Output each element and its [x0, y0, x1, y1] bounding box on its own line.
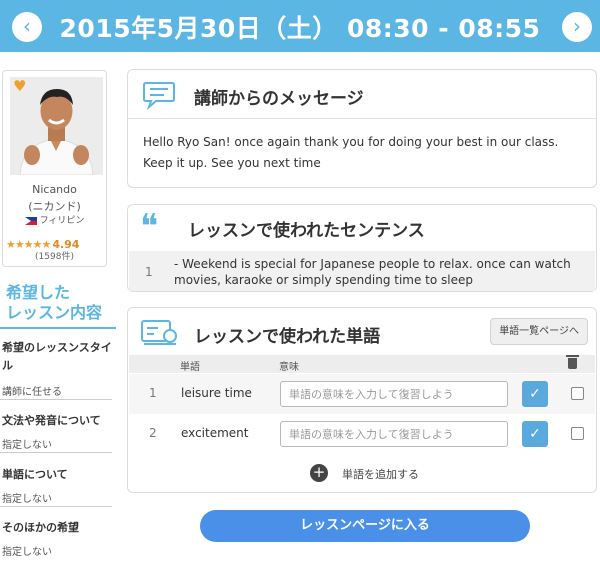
enter-lesson-button[interactable]: レッスンページに入る: [200, 510, 530, 542]
row-word: leisure time: [181, 386, 252, 400]
pref-vocabulary-label: 単語について: [2, 468, 68, 481]
sentences-panel: ❝ レッスンで使われたセンテンス 1 - Weekend is special …: [127, 204, 597, 292]
teacher-message-text: Hello Ryo San! once again thank you for …: [143, 135, 559, 170]
teacher-country: フィリピン: [3, 213, 106, 226]
pref-vocabulary-value: 指定しない: [2, 494, 52, 505]
checkmark-icon: ✓: [529, 426, 541, 442]
vocabulary-table-header: 単語 意味: [129, 355, 595, 373]
date-header: ‹ 2015年5月30日（土） 08:30 - 08:55 ›: [0, 0, 600, 52]
pref-divider: [0, 399, 112, 400]
meaning-input[interactable]: [280, 381, 508, 407]
meaning-input[interactable]: [280, 421, 508, 447]
chevron-right-icon: ›: [573, 14, 581, 38]
pref-divider: [0, 452, 112, 453]
column-word: 単語: [180, 362, 200, 373]
vocabulary-title: レッスンで使われた単語: [194, 327, 381, 347]
vocabulary-card-icon: [141, 320, 177, 345]
row-word: excitement: [181, 426, 249, 440]
add-word-button[interactable]: + 単語を追加する: [129, 454, 595, 492]
pref-other-label: そのほかの希望: [2, 521, 79, 534]
pref-lesson-style-label: 希望のレッスンスタイル: [2, 341, 112, 372]
pref-grammar-label: 文法や発音について: [2, 414, 101, 427]
speech-bubble-icon: [143, 82, 175, 110]
review-count: (1598件): [35, 252, 74, 262]
pref-other-value: 指定しない: [2, 547, 52, 558]
teacher-name-kana: (ニカンド): [28, 200, 81, 213]
preferences-heading-divider: [0, 327, 116, 329]
sentences-title: レッスンで使われたセンテンス: [188, 221, 425, 241]
teacher-card[interactable]: ♥ Nicando (ニカンド) フィリピン ★★★★★ 4.94 (1598件): [2, 70, 107, 267]
teacher-country-label: フィリピン: [39, 216, 85, 226]
teacher-message-panel: 講師からのメッセージ Hello Ryo San! once again tha…: [127, 69, 597, 188]
sentence-text: - Weekend is special for Japanese people…: [174, 257, 571, 287]
teacher-message-title: 講師からのメッセージ: [194, 89, 364, 109]
vocabulary-panel: レッスンで使われた単語 単語一覧ページへ 単語 意味 1 leisure tim…: [127, 307, 597, 493]
row-number: 2: [149, 426, 157, 440]
row-number: 1: [149, 386, 157, 400]
vocabulary-list-button[interactable]: 単語一覧ページへ: [490, 318, 588, 345]
pref-grammar-value: 指定しない: [2, 440, 52, 451]
add-word-label: 単語を追加する: [342, 468, 419, 481]
pref-lesson-style-value: 講師に任せる: [2, 387, 62, 398]
pref-divider: [0, 506, 112, 507]
delete-select-checkbox[interactable]: [571, 427, 584, 440]
vocabulary-row: 2 excitement ✓: [129, 414, 595, 454]
philippines-flag-icon: [24, 216, 37, 225]
teacher-name: Nicando: [32, 183, 77, 196]
lesson-datetime: 2015年5月30日（土） 08:30 - 08:55: [59, 14, 541, 43]
plus-circle-icon: +: [310, 464, 328, 482]
teacher-photo[interactable]: ♥: [10, 77, 103, 175]
delete-select-checkbox[interactable]: [571, 387, 584, 400]
quote-icon: ❝: [140, 207, 159, 247]
next-lesson-button[interactable]: ›: [562, 12, 592, 42]
panel-divider: [128, 118, 596, 119]
save-meaning-button[interactable]: ✓: [522, 381, 548, 407]
sentence-number: 1: [145, 265, 153, 279]
save-meaning-button[interactable]: ✓: [522, 421, 548, 447]
sentence-row: 1 - Weekend is special for Japanese peop…: [129, 251, 595, 291]
checkmark-icon: ✓: [529, 386, 541, 402]
favorite-heart-icon[interactable]: ♥: [13, 79, 26, 94]
column-meaning: 意味: [279, 362, 299, 373]
vocabulary-row: 1 leisure time ✓: [129, 374, 595, 414]
preferences-heading: 希望した レッスン内容: [6, 283, 103, 322]
trash-icon[interactable]: [566, 355, 579, 369]
